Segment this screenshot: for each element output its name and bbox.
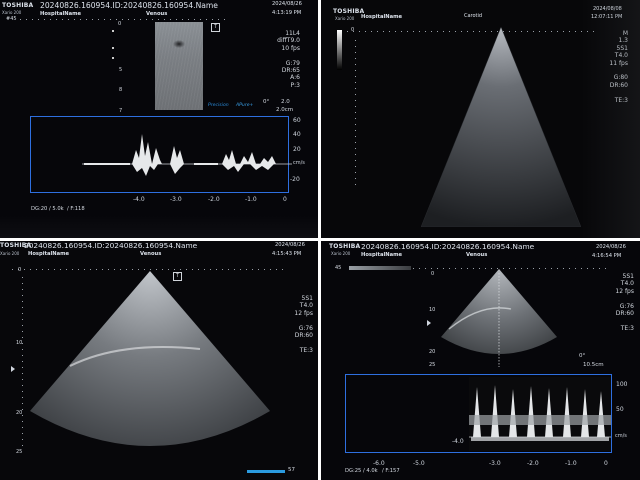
depth-label-5: 5 xyxy=(119,67,123,73)
exam-time: 12:07:11 PM xyxy=(591,14,623,20)
depth-label-25: 25 xyxy=(16,449,23,455)
imaging-params: 11L4 diffT9.0 10 fps G:79 DR:65 A:6 P:3 xyxy=(277,30,300,89)
doppler-footer: DG:25 / 4.0k xyxy=(345,468,378,474)
time-label: -2.0 xyxy=(527,460,539,467)
frame-counter: 57 xyxy=(288,467,295,473)
gate-bar xyxy=(349,266,411,270)
depth-scale xyxy=(22,277,23,447)
hospital-name: HospitalName xyxy=(361,252,403,258)
time-label: -1.0 xyxy=(245,196,257,203)
depth-label-25: 25 xyxy=(429,362,436,368)
focus-marker-icon xyxy=(427,320,431,326)
depth-label-8: 8 xyxy=(119,87,123,93)
depth-label-0: 0 xyxy=(18,267,22,273)
time-label: -4.0 xyxy=(452,438,464,445)
vel-label-20: 20 xyxy=(293,146,301,153)
doppler-footer-frame: / F:157 xyxy=(382,468,400,474)
scale-dots xyxy=(112,47,114,49)
grayscale-bar xyxy=(337,30,342,70)
angle-readout: 0° xyxy=(579,353,586,359)
vel-label-40: 40 xyxy=(293,131,301,138)
photo-top-left: TOSHIBA Xario 200 20240826.160954.ID:202… xyxy=(0,0,318,238)
depth-label-0: 0 xyxy=(118,21,122,27)
angle-readout: 0° xyxy=(263,99,270,105)
depth-label-0: 0 xyxy=(351,27,355,33)
exam-date: 2024/08/26 xyxy=(275,242,305,248)
brand-logo: TOSHIBA xyxy=(2,2,34,9)
time-label: -1.0 xyxy=(565,460,577,467)
brand-logo: TOSHIBA xyxy=(333,8,365,15)
time-label: 0 xyxy=(283,196,287,203)
doppler-waveform xyxy=(469,377,611,451)
depth-label-0: 0 xyxy=(431,271,435,277)
photo-bottom-left: TOSHIBA Xario 200 20240826.160954.ID:202… xyxy=(0,241,318,480)
exam-type: Carotid xyxy=(464,13,483,19)
frame-progress-bar xyxy=(247,470,285,473)
model-label: Xario 200 xyxy=(2,10,22,15)
top-dotted-line xyxy=(20,19,230,20)
bmode-image xyxy=(155,22,203,110)
imaging-params: 5S1 T4.0 12 fps G:76 DR:60 TE:3 xyxy=(615,273,634,332)
doppler-waveform xyxy=(82,134,292,176)
top-dotted-line xyxy=(12,269,284,270)
apure-label: APure+ xyxy=(236,103,254,108)
angle-value: 2.0 xyxy=(281,99,290,105)
model-label: Xario 200 xyxy=(331,251,351,256)
transducer-marker-icon: T xyxy=(211,23,220,32)
exam-date: 2024/08/26 xyxy=(272,1,302,7)
patient-id: 20240826.160954.ID:20240826.160954.Name xyxy=(24,241,198,250)
precision-label: Precision xyxy=(208,103,229,108)
exam-date: 2024/08/08 xyxy=(593,6,622,12)
model-label: Xario 200 xyxy=(0,251,20,256)
patient-id: 20240826.160954.ID:20240826.160954.Name xyxy=(40,1,218,10)
vel-label-60: 60 xyxy=(293,117,301,124)
vel-unit: cm/s xyxy=(293,160,305,166)
exam-time: 4:16:54 PM xyxy=(592,253,622,259)
model-label: Xario 200 xyxy=(335,16,355,21)
hospital-name: HospitalName xyxy=(28,251,70,257)
patient-id: 20240826.160954.ID:20240826.160954.Name xyxy=(361,242,535,251)
depth-readout: 10.5cm xyxy=(583,362,604,368)
exam-time: 4:13:19 PM xyxy=(272,10,302,16)
exam-type: Venous xyxy=(466,252,488,258)
doppler-footer: DG:20 / 5.0k xyxy=(31,206,64,212)
exam-type: Venous xyxy=(146,11,168,17)
hospital-name: HospitalName xyxy=(361,14,403,20)
hospital-name: HospitalName xyxy=(40,11,82,17)
imaging-params: 5S1 T4.0 12 fps G:76 DR:60 TE:3 xyxy=(294,295,313,354)
photo-divider-horizontal xyxy=(0,238,640,241)
time-label: -2.0 xyxy=(208,196,220,203)
exam-type: Venous xyxy=(140,251,162,257)
scale-dots xyxy=(112,57,114,59)
vel-unit: cm/s xyxy=(615,433,627,439)
photo-bottom-right: TOSHIBA Xario 200 20240826.160954.ID:202… xyxy=(321,241,640,480)
gate-label: 45 xyxy=(335,265,342,271)
time-label: -3.0 xyxy=(489,460,501,467)
vel-label-neg20: -20 xyxy=(290,176,300,183)
exam-time: 4:15:43 PM xyxy=(272,251,302,257)
imaging-params: M 1.3 5S1 T4.0 11 fps G:80 DR:60 TE:3 xyxy=(609,30,628,104)
time-label: 0 xyxy=(604,460,608,467)
depth-scale xyxy=(355,40,356,190)
vel-label-50: 50 xyxy=(616,406,624,413)
sector-image xyxy=(30,271,270,446)
depth-label-10: 10 xyxy=(429,307,436,313)
depth-readout: 2.0cm xyxy=(276,107,294,113)
frame-marker: 7 xyxy=(119,108,123,114)
scale-dots xyxy=(112,30,114,32)
time-label: -3.0 xyxy=(170,196,182,203)
exam-date: 2024/08/26 xyxy=(596,244,626,250)
doppler-footer-frame: / F:118 xyxy=(67,206,85,212)
sector-image xyxy=(421,27,581,227)
focus-marker-icon xyxy=(11,366,15,372)
photo-top-right: TOSHIBA Xario 200 HospitalName Carotid 2… xyxy=(321,0,640,238)
vel-label-100: 100 xyxy=(616,381,628,388)
time-label: -5.0 xyxy=(413,460,425,467)
brand-logo: TOSHIBA xyxy=(329,243,361,250)
time-label: -6.0 xyxy=(373,460,385,467)
sector-image xyxy=(441,269,557,367)
depth-mark: #45 xyxy=(6,16,17,22)
depth-label-20: 20 xyxy=(429,349,436,355)
time-label: -4.0 xyxy=(133,196,145,203)
